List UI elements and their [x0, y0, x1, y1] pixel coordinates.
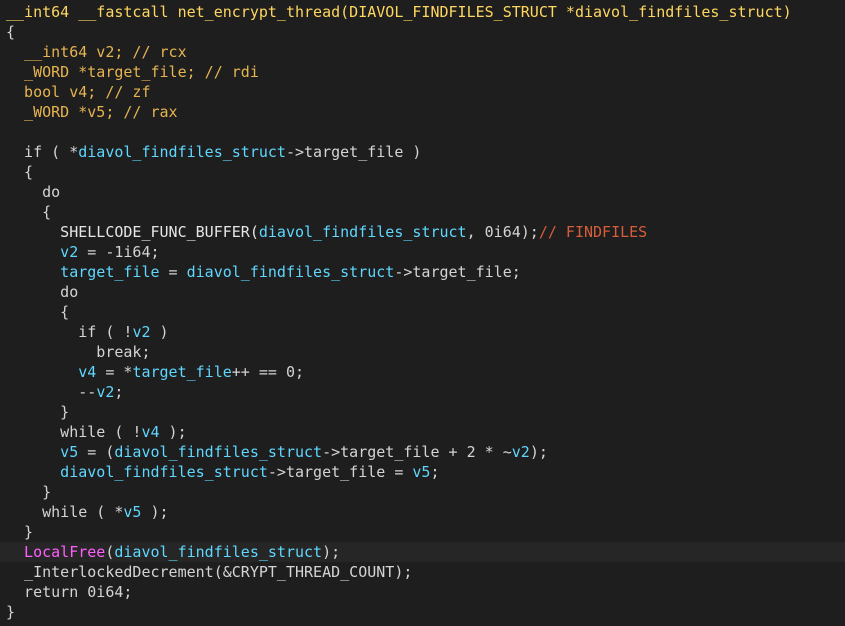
- code-line[interactable]: _WORD *v5; // rax: [6, 102, 845, 122]
- code-token: v2: [511, 443, 530, 461]
- code-line[interactable]: __int64 __fastcall net_encrypt_thread(DI…: [6, 2, 845, 22]
- code-token: v2: [6, 243, 79, 261]
- code-token: while ( !: [6, 423, 142, 441]
- code-token: diavol_findfiles_struct: [258, 223, 467, 241]
- code-token: ): [150, 323, 169, 341]
- code-token: ->target_file =: [267, 463, 413, 481]
- code-token: v5: [123, 503, 142, 521]
- code-token: }: [6, 523, 34, 541]
- code-line[interactable]: bool v4; // zf: [6, 82, 845, 102]
- code-token: SHELLCODE_FUNC_BUFFER(: [6, 223, 259, 241]
- code-line[interactable]: while ( *v5 );: [6, 502, 845, 522]
- code-line[interactable]: do: [6, 182, 845, 202]
- code-token: LocalFree: [6, 543, 106, 561]
- code-token: if ( *: [6, 143, 79, 161]
- code-line[interactable]: __int64 v2; // rcx: [6, 42, 845, 62]
- code-line[interactable]: }: [6, 602, 845, 622]
- code-token: ->target_file + 2 * ~: [322, 443, 512, 461]
- code-token: ->target_file;: [394, 263, 521, 281]
- code-line[interactable]: {: [6, 202, 845, 222]
- code-token: ;: [430, 463, 440, 481]
- code-line[interactable]: if ( *diavol_findfiles_struct->target_fi…: [6, 142, 845, 162]
- code-line[interactable]: v4 = *target_file++ == 0;: [6, 362, 845, 382]
- code-line[interactable]: break;: [6, 342, 845, 362]
- code-token: do: [6, 283, 79, 301]
- code-token: =: [159, 263, 187, 281]
- code-token: {: [6, 23, 16, 41]
- code-token: ->target_file ): [285, 143, 422, 161]
- code-token: _WORD *target_file; // rdi: [6, 63, 259, 81]
- code-token: diavol_findfiles_struct: [6, 463, 268, 481]
- code-token: break;: [6, 343, 151, 361]
- code-line[interactable]: v2 = -1i64;: [6, 242, 845, 262]
- code-token: );: [529, 443, 548, 461]
- code-token: target_file: [6, 263, 160, 281]
- code-token: {: [6, 163, 34, 181]
- code-token: v2: [132, 323, 151, 341]
- code-token: bool v4; // zf: [6, 83, 151, 101]
- code-token: diavol_findfiles_struct: [114, 443, 323, 461]
- code-token: while ( *: [6, 503, 124, 521]
- code-token: ;: [114, 383, 124, 401]
- code-line[interactable]: do: [6, 282, 845, 302]
- code-token: target_file: [132, 363, 232, 381]
- code-token: __int64 v2; // rcx: [6, 43, 187, 61]
- code-line[interactable]: }: [6, 482, 845, 502]
- code-token: do: [6, 183, 61, 201]
- code-token: return 0i64;: [6, 583, 133, 601]
- code-token: v5: [6, 443, 79, 461]
- code-token: _InterlockedDecrement(&CRYPT_THREAD_COUN…: [6, 563, 413, 581]
- code-token: = *: [96, 363, 133, 381]
- code-token: diavol_findfiles_struct: [186, 263, 395, 281]
- code-line[interactable]: }: [6, 522, 845, 542]
- code-line[interactable]: _InterlockedDecrement(&CRYPT_THREAD_COUN…: [6, 562, 845, 582]
- code-line[interactable]: _WORD *target_file; // rdi: [6, 62, 845, 82]
- code-line[interactable]: diavol_findfiles_struct->target_file = v…: [6, 462, 845, 482]
- code-token: v5: [412, 463, 431, 481]
- code-token: {: [6, 203, 52, 221]
- code-token: }: [6, 403, 70, 421]
- pseudocode-view[interactable]: __int64 __fastcall net_encrypt_thread(DI…: [0, 0, 845, 626]
- code-line[interactable]: [6, 122, 845, 142]
- code-line[interactable]: return 0i64;: [6, 582, 845, 602]
- code-line[interactable]: target_file = diavol_findfiles_struct->t…: [6, 262, 845, 282]
- code-token: = (: [78, 443, 115, 461]
- code-token: v2: [96, 383, 115, 401]
- code-token: --: [6, 383, 97, 401]
- code-line[interactable]: --v2;: [6, 382, 845, 402]
- code-token: );: [159, 423, 187, 441]
- code-token: = -1i64;: [78, 243, 160, 261]
- code-token: }: [6, 603, 16, 621]
- code-line[interactable]: if ( !v2 ): [6, 322, 845, 342]
- code-line[interactable]: v5 = (diavol_findfiles_struct->target_fi…: [6, 442, 845, 462]
- code-token: , 0i64);: [466, 223, 539, 241]
- code-token: v4: [6, 363, 97, 381]
- code-line[interactable]: LocalFree(diavol_findfiles_struct);: [0, 542, 845, 562]
- code-line[interactable]: SHELLCODE_FUNC_BUFFER(diavol_findfiles_s…: [6, 222, 845, 242]
- code-token: v4: [141, 423, 160, 441]
- code-token: {: [6, 303, 70, 321]
- code-token: _WORD *v5; // rax: [6, 103, 178, 121]
- code-line[interactable]: }: [6, 402, 845, 422]
- code-token: if ( !: [6, 323, 133, 341]
- code-token: ++ == 0;: [231, 363, 305, 381]
- code-line[interactable]: while ( !v4 );: [6, 422, 845, 442]
- code-line[interactable]: {: [6, 162, 845, 182]
- code-token: // FINDFILES: [538, 223, 648, 241]
- code-token: );: [322, 543, 341, 561]
- code-line[interactable]: {: [6, 22, 845, 42]
- code-token: );: [141, 503, 169, 521]
- code-token: diavol_findfiles_struct: [78, 143, 286, 161]
- code-token: diavol_findfiles_struct: [114, 543, 323, 561]
- code-token: __int64 __fastcall net_encrypt_thread(DI…: [6, 3, 792, 21]
- code-line[interactable]: {: [6, 302, 845, 322]
- code-token: }: [6, 483, 52, 501]
